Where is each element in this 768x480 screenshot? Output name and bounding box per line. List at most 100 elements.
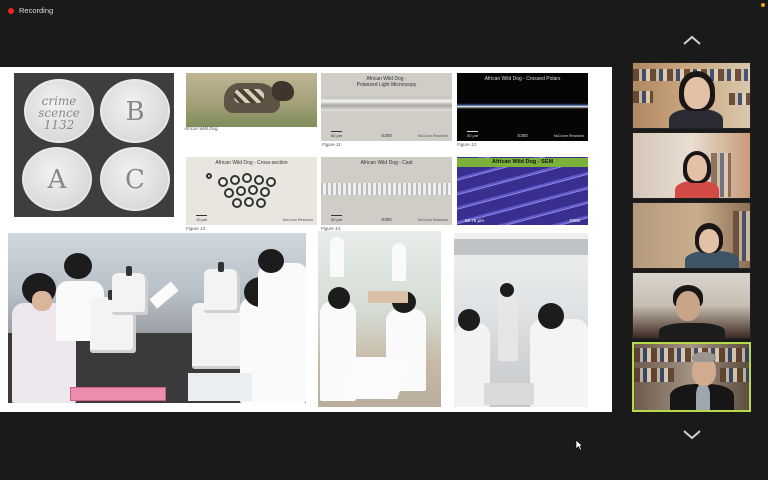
micrograph-title: African Wild Dog - Cast bbox=[360, 160, 413, 166]
petri-label: A bbox=[47, 165, 67, 195]
students-microscope-photo bbox=[8, 233, 306, 403]
hair-strand bbox=[457, 103, 588, 109]
participant-hair bbox=[692, 352, 716, 362]
scale-bar: 10 μm bbox=[196, 215, 208, 222]
participant-face bbox=[687, 155, 707, 181]
hair-ring bbox=[206, 173, 212, 179]
paper-roll bbox=[149, 281, 179, 309]
credit: McCrone Research bbox=[282, 218, 313, 222]
participant-tile[interactable] bbox=[632, 272, 751, 339]
micrograph-title: African Wild Dog - Polarized Light Micro… bbox=[356, 76, 417, 88]
student-head bbox=[328, 287, 350, 309]
participant-face bbox=[676, 291, 700, 321]
caption-fig12: Figure 12. bbox=[457, 142, 478, 147]
student-head bbox=[64, 253, 92, 279]
petri-dish: C bbox=[100, 147, 170, 211]
chevron-up-icon bbox=[683, 35, 701, 45]
petri-dish: A bbox=[22, 147, 92, 211]
status-dot-icon bbox=[761, 3, 765, 7]
caption-fig13: Figure 13. bbox=[186, 226, 207, 231]
participant-tile-active-speaker[interactable] bbox=[632, 342, 751, 412]
recording-indicator: Recording bbox=[8, 6, 53, 15]
petri-dish-photo: crime scence 1132 B A C bbox=[14, 73, 174, 217]
students-lab-photo bbox=[454, 233, 588, 407]
petri-label: B bbox=[125, 97, 145, 127]
microscope bbox=[204, 262, 240, 313]
participant-tile[interactable] bbox=[632, 132, 751, 199]
hair-ring bbox=[218, 177, 228, 187]
student bbox=[530, 319, 588, 407]
hair-strand bbox=[321, 183, 452, 195]
participant-face bbox=[699, 229, 719, 253]
recording-label: Recording bbox=[19, 6, 54, 15]
bookshelf bbox=[733, 211, 750, 261]
micrograph-title: African Wild Dog - Crossed Polars bbox=[484, 76, 561, 82]
participant-body bbox=[675, 181, 719, 198]
credit: McCrone Research bbox=[553, 134, 584, 138]
shared-screen: crime scence 1132 B A C African Wild Dog… bbox=[0, 67, 612, 412]
petri-dish: B bbox=[100, 79, 170, 143]
bookshelf bbox=[634, 368, 674, 382]
petri-label: C bbox=[125, 165, 145, 195]
scroll-down-button[interactable] bbox=[682, 428, 702, 443]
student-head bbox=[538, 303, 564, 329]
student-head bbox=[500, 283, 514, 297]
credit: McCrone Research bbox=[417, 218, 448, 222]
micrograph-title: African Wild Dog - SEM bbox=[457, 158, 588, 167]
polarized-micrograph: African Wild Dog - Polarized Light Micro… bbox=[321, 73, 452, 141]
lab-table bbox=[368, 291, 408, 303]
cross-section-micrograph: African Wild Dog - Cross-section 10 μm M… bbox=[186, 157, 317, 225]
petri-dish: crime scence 1132 bbox=[24, 79, 94, 143]
mouse-cursor-icon bbox=[575, 439, 583, 451]
ceiling-light bbox=[454, 239, 588, 255]
cast-micrograph: African Wild Dog - Cast 50 μm X300 McCro… bbox=[321, 157, 452, 225]
hair-ring bbox=[244, 197, 254, 207]
participant-body bbox=[685, 251, 739, 268]
pink-tray bbox=[70, 387, 166, 401]
participant-scarf bbox=[696, 384, 710, 410]
student bbox=[392, 243, 406, 281]
magnification: X900 bbox=[569, 218, 580, 223]
microscope bbox=[112, 266, 148, 315]
scale-bar: 60.76 μm bbox=[465, 218, 484, 223]
recording-dot-icon bbox=[8, 7, 14, 14]
participant-tile[interactable] bbox=[632, 62, 751, 129]
hair-ring bbox=[236, 186, 246, 196]
wild-dog-photo bbox=[186, 73, 317, 127]
sem-info: 60.76 μm X900 bbox=[465, 218, 580, 223]
hair-strand bbox=[321, 97, 452, 111]
participant-tile[interactable] bbox=[632, 202, 751, 269]
students-evidence-photo bbox=[318, 231, 441, 407]
crossed-polars-micrograph: African Wild Dog - Crossed Polars 50 μm … bbox=[457, 73, 588, 141]
participant-body bbox=[659, 323, 725, 338]
micrograph-title: African Wild Dog - Cross-section bbox=[215, 160, 288, 166]
caption-fig11: Figure 11. bbox=[322, 142, 342, 147]
sem-micrograph: African Wild Dog - SEM 60.76 μm X900 bbox=[457, 157, 588, 225]
hair-ring bbox=[248, 185, 258, 195]
lab-table bbox=[484, 383, 534, 405]
chevron-down-icon bbox=[683, 430, 701, 440]
bookshelf bbox=[720, 368, 749, 382]
hair-ring bbox=[242, 173, 252, 183]
participant-body bbox=[669, 109, 723, 128]
hair-ring bbox=[224, 188, 234, 198]
student bbox=[498, 291, 518, 361]
participant-face bbox=[684, 77, 710, 109]
caption-dog-photo: African Wild Dog. bbox=[184, 126, 219, 131]
student-face bbox=[32, 291, 52, 311]
student-head bbox=[458, 309, 480, 331]
hair-ring bbox=[230, 175, 240, 185]
hair-ring bbox=[232, 198, 242, 208]
dog-head bbox=[272, 81, 294, 101]
scroll-up-button[interactable] bbox=[682, 33, 702, 48]
bookshelf bbox=[729, 93, 750, 105]
student-head bbox=[258, 249, 284, 273]
worksheet bbox=[188, 373, 252, 401]
bookshelf bbox=[633, 91, 653, 103]
petri-label: crime scence 1132 bbox=[38, 94, 80, 132]
evidence-board bbox=[341, 357, 411, 399]
credit: McCrone Research bbox=[417, 134, 448, 138]
student bbox=[330, 237, 344, 277]
hair-ring bbox=[266, 177, 276, 187]
hair-ring bbox=[254, 175, 264, 185]
